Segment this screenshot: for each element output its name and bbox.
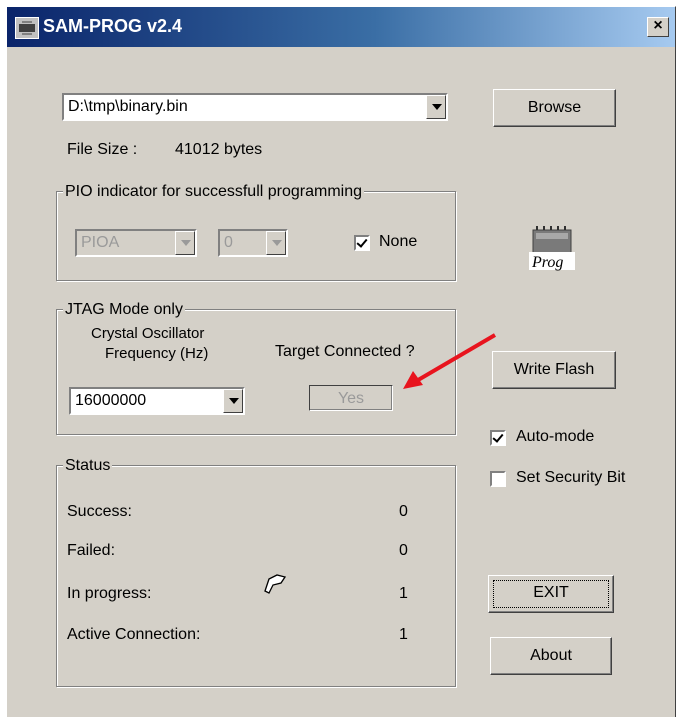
security-bit-checkbox[interactable] bbox=[490, 471, 506, 487]
file-size-label: File Size : bbox=[67, 141, 138, 158]
security-bit-label[interactable]: Set Security Bit bbox=[516, 469, 625, 487]
write-flash-button[interactable]: Write Flash bbox=[492, 351, 616, 389]
app-window: SAM-PROG v2.4 × D:\tmp\binary.bin Browse… bbox=[6, 6, 676, 717]
file-size-value: 41012 bytes bbox=[175, 141, 263, 158]
close-button[interactable]: × bbox=[647, 17, 669, 37]
status-row-label: Failed: bbox=[67, 542, 116, 559]
pio-group-title: PIO indicator for successfull programmin… bbox=[63, 183, 364, 201]
status-row-value: 1 bbox=[399, 626, 408, 643]
pointer-hand-icon bbox=[264, 574, 287, 594]
app-icon bbox=[15, 17, 39, 39]
about-button[interactable]: About bbox=[490, 637, 612, 675]
none-checkbox[interactable] bbox=[354, 235, 370, 251]
prog-icon-text: Prog bbox=[531, 254, 563, 271]
pio-port-value: PIOA bbox=[81, 234, 120, 251]
about-button-label: About bbox=[530, 647, 572, 664]
browse-button[interactable]: Browse bbox=[493, 89, 616, 127]
chevron-down-icon bbox=[266, 231, 286, 255]
frequency-combo[interactable]: 16000000 bbox=[69, 387, 245, 415]
status-row-label: In progress: bbox=[67, 585, 152, 602]
status-row-value: 1 bbox=[399, 585, 408, 602]
auto-mode-label[interactable]: Auto-mode bbox=[516, 428, 594, 446]
chevron-down-icon[interactable] bbox=[223, 389, 243, 413]
browse-button-label: Browse bbox=[527, 99, 582, 116]
chevron-down-icon[interactable] bbox=[426, 95, 446, 119]
jtag-group-title: JTAG Mode only bbox=[63, 301, 185, 319]
target-connected-button: Yes bbox=[309, 385, 393, 411]
file-path-value: D:\tmp\binary.bin bbox=[68, 98, 188, 115]
chevron-down-icon bbox=[175, 231, 195, 255]
pio-pin-value: 0 bbox=[224, 234, 233, 251]
target-connected-button-label: Yes bbox=[337, 390, 365, 407]
crystal-label-line1: Crystal Oscillator bbox=[91, 325, 205, 342]
write-flash-button-label: Write Flash bbox=[513, 361, 595, 378]
window-title: SAM-PROG v2.4 bbox=[43, 16, 183, 36]
pio-port-select: PIOA bbox=[75, 229, 197, 257]
chip-prog-icon: Prog bbox=[527, 222, 579, 272]
auto-mode-checkbox[interactable] bbox=[490, 430, 506, 446]
file-path-combo[interactable]: D:\tmp\binary.bin bbox=[62, 93, 448, 121]
status-group bbox=[56, 465, 456, 687]
none-checkbox-label[interactable]: None bbox=[379, 233, 417, 251]
crystal-label-line2: Frequency (Hz) bbox=[105, 345, 209, 362]
status-row-value: 0 bbox=[399, 503, 408, 520]
title-bar: SAM-PROG v2.4 × bbox=[7, 7, 675, 47]
status-row-label: Success: bbox=[67, 503, 132, 520]
target-connected-label: Target Connected ? bbox=[275, 343, 415, 360]
annotation-arrow bbox=[403, 333, 497, 389]
exit-button[interactable]: EXIT bbox=[488, 575, 614, 613]
exit-button-label: EXIT bbox=[533, 584, 569, 601]
pio-pin-select: 0 bbox=[218, 229, 288, 257]
status-group-title: Status bbox=[63, 457, 113, 475]
frequency-value: 16000000 bbox=[75, 392, 147, 409]
status-row-label: Active Connection: bbox=[67, 626, 201, 643]
status-row-value: 0 bbox=[399, 542, 408, 559]
